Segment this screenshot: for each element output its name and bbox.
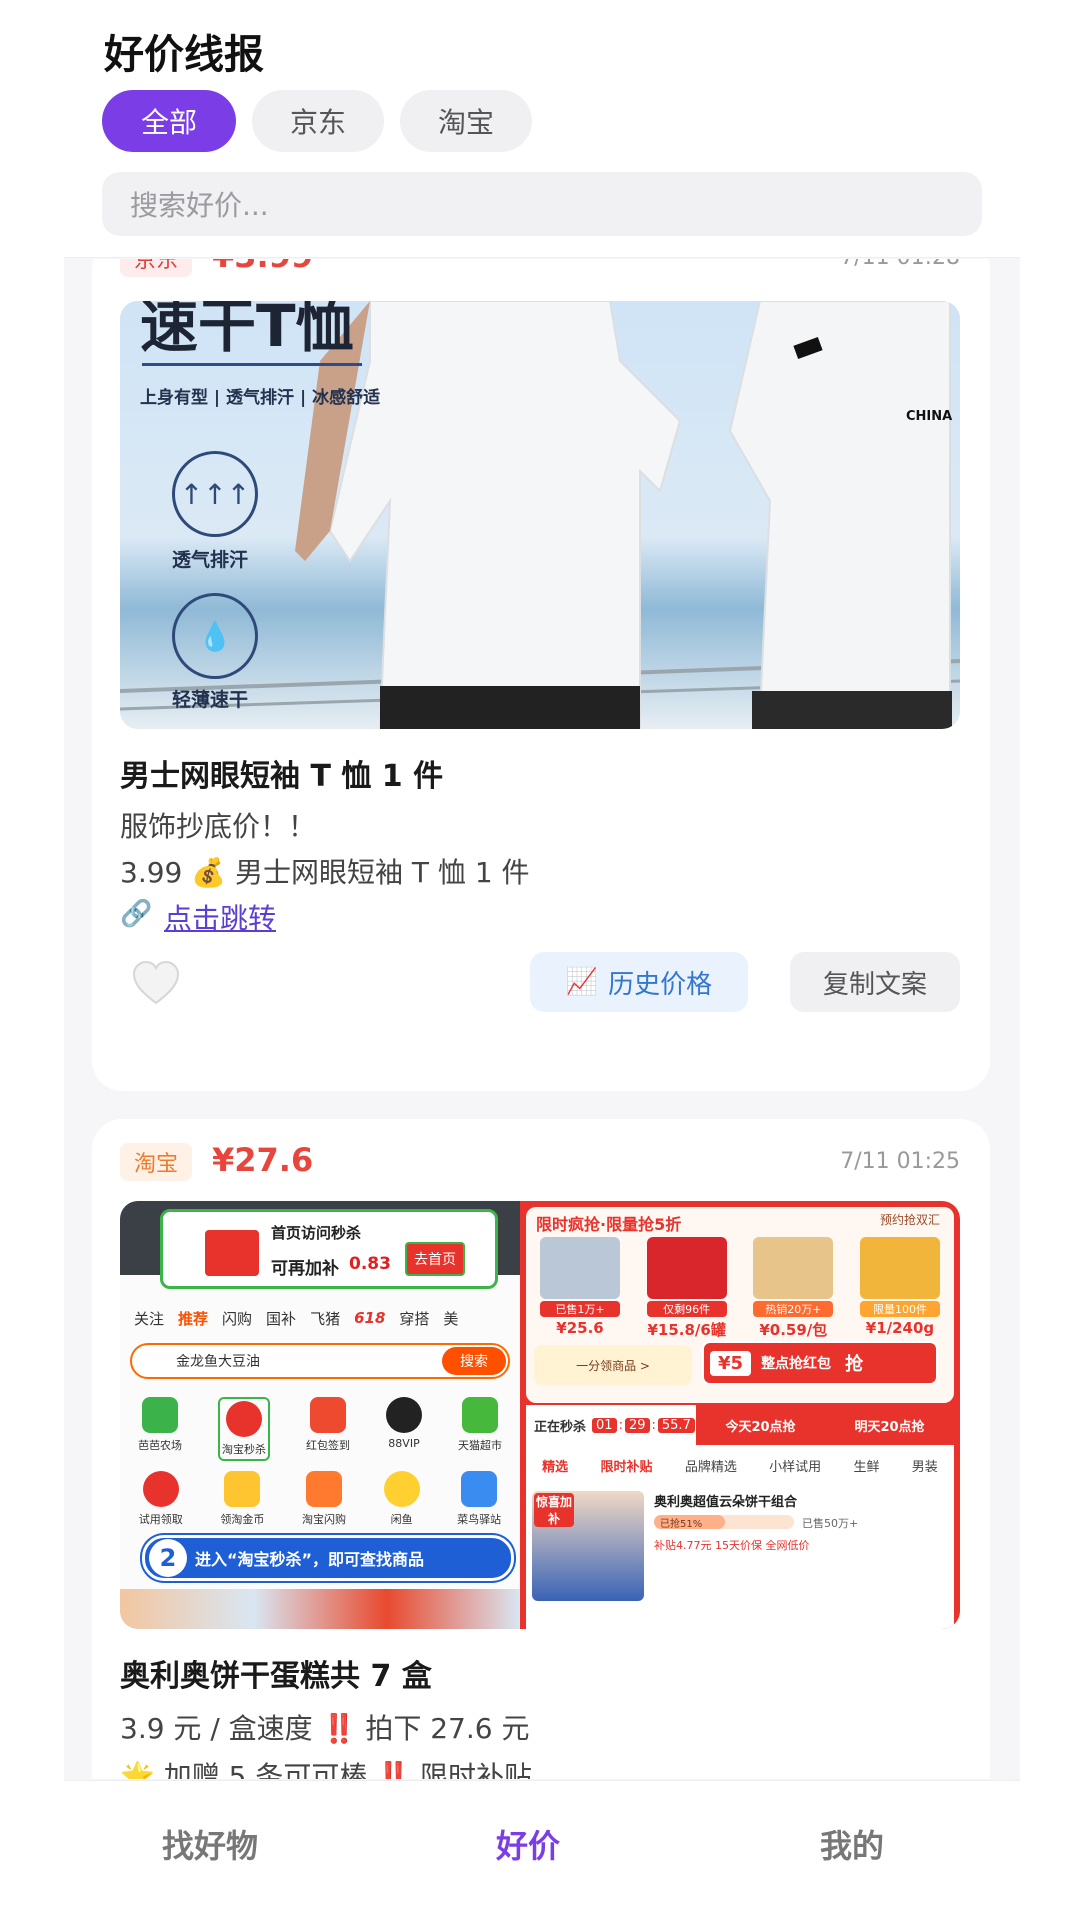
app-grid-item: 红包签到: [306, 1397, 350, 1461]
app-grid-item: 试用领取: [139, 1471, 183, 1527]
app-nav-item: 飞猪: [310, 1309, 341, 1328]
ad-features: 上身有型 | 透气排汗 | 冰感舒适: [140, 388, 381, 408]
product-image[interactable]: 速干T恤 上身有型 | 透气排汗 | 冰感舒适 ↑↑↑ 透气排汗 💧 轻薄速干 …: [120, 301, 960, 729]
app-grid-item: 88VIP: [386, 1397, 422, 1461]
app-grid-item: 菜鸟驿站: [457, 1471, 501, 1527]
app-grid-item: 领淘金币: [220, 1471, 264, 1527]
flash-product: 已售1万+ ¥25.6: [532, 1237, 628, 1340]
jump-link[interactable]: 点击跳转: [164, 897, 276, 937]
app-grid-item: 闲鱼: [383, 1471, 420, 1527]
breathable-icon: ↑↑↑: [172, 451, 258, 537]
tab-taobao[interactable]: 淘宝: [400, 90, 532, 152]
breathable-label: 透气排汗: [172, 549, 249, 571]
page-title: 好价线报: [104, 32, 264, 78]
nav-find-goods[interactable]: 找好物: [162, 1821, 258, 1867]
popup-line2: 可再加补: [271, 1259, 339, 1279]
app-grid-item: 天猫超市: [458, 1397, 502, 1461]
quick-dry-label: 轻薄速干: [172, 689, 249, 711]
nav-mine[interactable]: 我的: [820, 1821, 884, 1867]
app-grid-item: 芭芭农场: [138, 1397, 182, 1461]
platform-tabs: 全部 京东 淘宝: [102, 90, 532, 152]
ad-headline-underline: [142, 363, 362, 366]
platform-badge: 淘宝: [120, 1143, 193, 1181]
link-icon: 🔗: [120, 899, 153, 929]
flash-sale-title: 限时疯抢·限量抢5折: [536, 1215, 682, 1234]
deal-time: 7/11 01:25: [840, 1149, 960, 1174]
flash-product: 仅剩96件 ¥15.8/6罐: [639, 1237, 735, 1340]
coupon-left: 一分领商品 >: [534, 1345, 692, 1385]
app-nav-item: 闪购: [222, 1309, 253, 1328]
bottom-navigation: 找好物 好价 我的: [64, 1780, 1020, 1920]
chart-up-icon: 📈: [565, 967, 599, 997]
deal-card: 京东 ¥3.99 7/11 01:28: [92, 259, 990, 1091]
header: 好价线报 全部 京东 淘宝 搜索好价...: [64, 0, 1020, 258]
visit-popup: 首页访问秒杀 可再加补 0.83 去首页: [160, 1209, 498, 1289]
popup-thumbnail: [205, 1230, 259, 1276]
deal-card: 淘宝 ¥27.6 7/11 01:25 首页访问秒杀 可再加补 0.83 去首页…: [92, 1119, 990, 1779]
price-history-label: 历史价格: [608, 969, 713, 1000]
deal-time: 7/11 01:28: [840, 259, 960, 270]
deal-feed[interactable]: 京东 ¥3.99 7/11 01:28: [64, 259, 1020, 1779]
app-grid-row: 芭芭农场 淘宝秒杀 红包签到 88VIP 天猫超市: [120, 1397, 520, 1461]
shirt-print: CHINA: [906, 409, 953, 424]
app-grid-item: 淘宝闪购: [302, 1471, 346, 1527]
app-nav-item: 穿搭: [399, 1309, 430, 1328]
popup-line1: 首页访问秒杀: [271, 1224, 362, 1242]
quick-dry-icon: 💧: [172, 593, 258, 679]
countdown-tabs: 今天20点抢 明天20点抢: [696, 1405, 954, 1445]
deal-text-line: 🌟 加赠 5 条可可棒 ‼️ 限时补贴: [120, 1760, 533, 1779]
app-nav-row: 关注 推荐 闪购 国补 飞猪 618 穿搭 美: [120, 1301, 520, 1335]
coupon-right: ¥5 整点抢红包 抢: [702, 1341, 938, 1385]
deal-text-line: 服饰抄底价！！: [120, 810, 317, 843]
product-title: 奥利奥饼干蛋糕共 7 盒: [120, 1659, 432, 1694]
app-nav-item: 关注: [134, 1309, 165, 1328]
popup-amount: 0.83: [349, 1254, 391, 1274]
flash-product: 限量100件 ¥1/240g: [852, 1237, 948, 1340]
app-frame: 好价线报 全部 京东 淘宝 搜索好价... 京东 ¥3.99 7/11 01:2…: [64, 0, 1020, 1920]
popup-go-home-button: 去首页: [405, 1242, 465, 1276]
search-input[interactable]: 搜索好价...: [102, 172, 982, 236]
nav-deals[interactable]: 好价: [496, 1821, 560, 1867]
app-search-text: 金龙鱼大豆油: [176, 1354, 260, 1370]
banner-text: 进入“淘宝秒杀”，即可查找商品: [195, 1550, 425, 1569]
product-image[interactable]: 首页访问秒杀 可再加补 0.83 去首页 关注 推荐 闪购 国补 飞猪 618 …: [120, 1201, 960, 1629]
page: 好价线报 全部 京东 淘宝 搜索好价... 京东 ¥3.99 7/11 01:2…: [0, 0, 1080, 1920]
price-history-button[interactable]: 📈 历史价格: [530, 952, 748, 1012]
step-number: 2: [149, 1539, 187, 1577]
instruction-banner: 2 进入“淘宝秒杀”，即可查找商品: [142, 1535, 514, 1581]
flash-sale-panel: 限时疯抢·限量抢5折 预约抢双汇 已售1万+ ¥25.6 仅剩96件 ¥15.8…: [520, 1201, 960, 1629]
deal-price: ¥3.99: [212, 259, 313, 275]
platform-badge: 京东: [120, 259, 193, 277]
flash-product: 热销20万+ ¥0.59/包: [745, 1237, 841, 1340]
deal-price: ¥27.6: [212, 1141, 314, 1179]
tab-jd[interactable]: 京东: [252, 90, 384, 152]
deal-text-line: 3.9 元 / 盒速度 ‼️ 拍下 27.6 元: [120, 1712, 530, 1745]
filter-row: 精选 限时补贴 品牌精选 小样试用 生鲜 男装: [526, 1445, 954, 1485]
app-grid-item: 淘宝秒杀: [218, 1397, 270, 1461]
ad-headline: 速干T恤: [140, 301, 354, 360]
app-nav-item: 推荐: [178, 1309, 209, 1328]
favorite-heart-icon[interactable]: [132, 961, 180, 1005]
reserve-tag: 预约抢双汇: [879, 1213, 940, 1227]
app-search-box: 金龙鱼大豆油 搜索: [130, 1343, 510, 1379]
tab-all[interactable]: 全部: [102, 90, 236, 152]
deal-text-line: 3.99 💰 男士网眼短袖 T 恤 1 件: [120, 856, 530, 889]
copy-text-button[interactable]: 复制文案: [790, 952, 960, 1012]
app-search-button: 搜索: [442, 1347, 506, 1375]
bottom-products-strip: [120, 1589, 520, 1629]
app-grid-row: 试用领取 领淘金币 淘宝闪购 闲鱼 菜鸟驿站: [120, 1471, 520, 1527]
flash-products-row: 已售1万+ ¥25.6 仅剩96件 ¥15.8/6罐 热销20万+ ¥0.59/…: [532, 1237, 948, 1340]
taobao-app-screenshot: 首页访问秒杀 可再加补 0.83 去首页 关注 推荐 闪购 国补 飞猪 618 …: [120, 1201, 520, 1629]
app-nav-item: 国补: [266, 1309, 297, 1328]
deal-row: 惊喜加补 奥利奥超值云朵饼干组合 已抢51% 已售50万+ 补贴4.77元 15…: [526, 1485, 954, 1629]
app-nav-item: 美: [443, 1309, 459, 1328]
product-title: 男士网眼短袖 T 恤 1 件: [120, 759, 444, 794]
app-nav-item: 618: [354, 1309, 386, 1327]
